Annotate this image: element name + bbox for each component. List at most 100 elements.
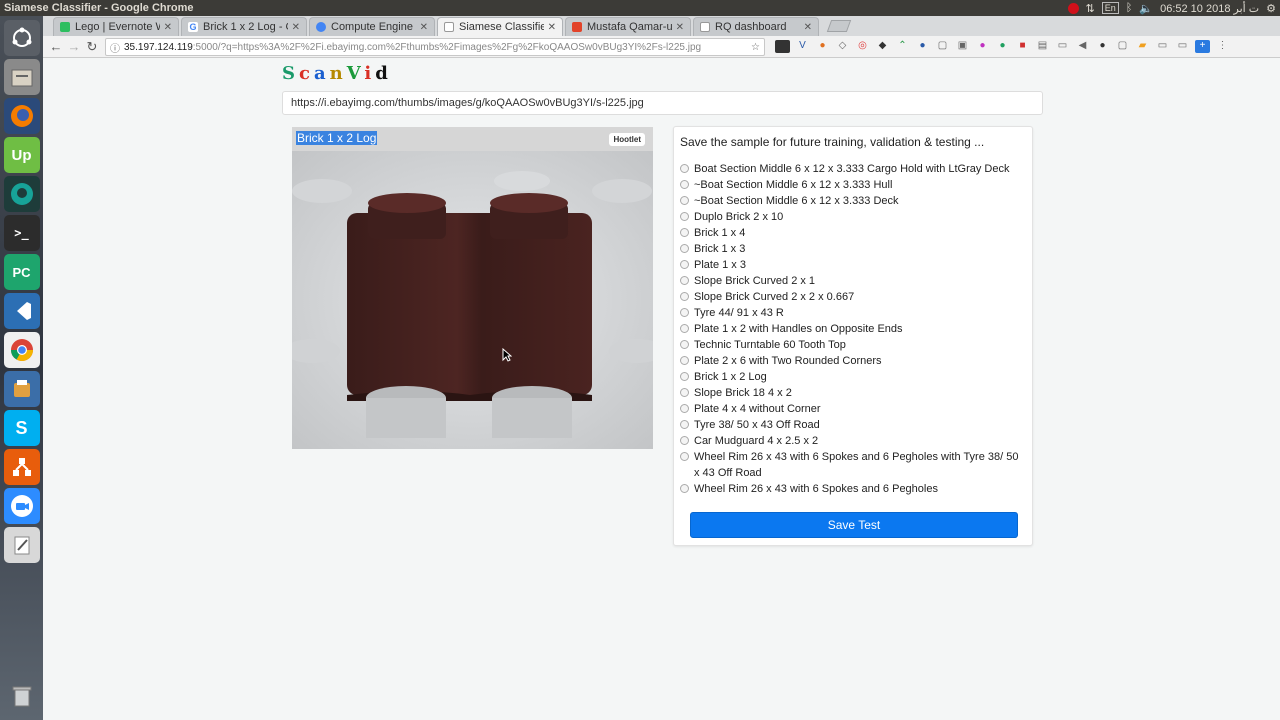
option-item[interactable]: Plate 4 x 4 without Corner [680, 401, 1025, 417]
close-tab-icon[interactable]: ✕ [292, 22, 300, 33]
option-item[interactable]: Plate 2 x 6 with Two Rounded Corners [680, 353, 1025, 369]
zoom-icon[interactable] [3, 488, 40, 524]
vscode-icon[interactable] [3, 293, 40, 329]
chrome-menu-icon[interactable]: ⋮ [1215, 40, 1230, 53]
extension-icon[interactable]: ● [995, 40, 1010, 53]
tab-rq-dashboard[interactable]: RQ dashboard ✕ [693, 17, 819, 36]
extension-icon[interactable]: ▢ [1115, 40, 1130, 53]
close-tab-icon[interactable]: ✕ [548, 22, 556, 33]
close-tab-icon[interactable]: ✕ [676, 22, 684, 33]
reload-icon[interactable]: ↻ [83, 39, 101, 55]
close-tab-icon[interactable]: ✕ [164, 22, 172, 33]
radio-button[interactable] [680, 292, 689, 301]
tab-google-search[interactable]: G Brick 1 x 2 Log - Go ✕ [181, 17, 307, 36]
tab-gitlab[interactable]: Mustafa Qamar-ud- ✕ [565, 17, 691, 36]
radio-button[interactable] [680, 244, 689, 253]
option-item[interactable]: Slope Brick 18 4 x 2 [680, 385, 1025, 401]
clock[interactable]: 06:52 ت أبر 2018 10 [1160, 2, 1259, 15]
option-item[interactable]: Plate 1 x 2 with Handles on Opposite End… [680, 321, 1025, 337]
radio-button[interactable] [680, 212, 689, 221]
image-url-input[interactable] [282, 91, 1043, 115]
back-arrow-icon[interactable]: ← [47, 39, 65, 54]
close-tab-icon[interactable]: ✕ [804, 22, 812, 33]
upwork-icon[interactable]: Up [3, 137, 40, 173]
terminal-icon[interactable]: >_ [3, 215, 40, 251]
close-tab-icon[interactable]: ✕ [420, 22, 428, 33]
extension-icon[interactable]: ▭ [1055, 40, 1070, 53]
extension-icon[interactable]: ◆ [875, 40, 890, 53]
extension-icon[interactable]: ◀ [1075, 40, 1090, 53]
extension-icon[interactable]: ⌃ [895, 40, 910, 53]
trash-icon[interactable] [4, 678, 40, 714]
extension-icon[interactable]: ● [915, 40, 930, 53]
radio-button[interactable] [680, 260, 689, 269]
radio-button[interactable] [680, 196, 689, 205]
tab-evernote[interactable]: Lego | Evernote We ✕ [53, 17, 179, 36]
radio-button[interactable] [680, 324, 689, 333]
extension-icon[interactable]: ▢ [935, 40, 950, 53]
site-info-icon[interactable]: ⓘ [110, 40, 120, 55]
forward-arrow-icon[interactable]: → [65, 39, 83, 54]
option-item[interactable]: Brick 1 x 4 [680, 225, 1025, 241]
option-item[interactable]: Brick 1 x 3 [680, 241, 1025, 257]
tab-siamese-classifier[interactable]: Siamese Classifier ✕ [437, 17, 563, 36]
radio-button[interactable] [680, 180, 689, 189]
option-item[interactable]: Duplo Brick 2 x 10 [680, 209, 1025, 225]
extension-icon[interactable]: ◎ [855, 40, 870, 53]
option-item[interactable]: Slope Brick Curved 2 x 2 x 0.667 [680, 289, 1025, 305]
extension-icon[interactable]: ▤ [1035, 40, 1050, 53]
extension-icon[interactable]: ● [975, 40, 990, 53]
radio-button[interactable] [680, 164, 689, 173]
extension-icon[interactable]: + [1195, 40, 1210, 53]
radio-button[interactable] [680, 228, 689, 237]
skype-icon[interactable]: S [3, 410, 40, 446]
tab-compute-engine[interactable]: Compute Engine - A ✕ [309, 17, 435, 36]
keyboard-layout-indicator[interactable]: En [1101, 2, 1119, 14]
radio-button[interactable] [680, 388, 689, 397]
network-icon[interactable]: ⇅ [1086, 2, 1095, 15]
hootlet-badge[interactable]: Hootlet [609, 133, 645, 146]
option-item[interactable]: Tyre 38/ 50 x 43 Off Road [680, 417, 1025, 433]
extension-icon[interactable]: ■ [1015, 40, 1030, 53]
new-tab-button[interactable] [826, 20, 852, 32]
option-item[interactable]: ~Boat Section Middle 6 x 12 x 3.333 Hull [680, 177, 1025, 193]
extension-icon[interactable]: ◇ [835, 40, 850, 53]
option-item[interactable]: Car Mudguard 4 x 2.5 x 2 [680, 433, 1025, 449]
radio-button[interactable] [680, 452, 689, 461]
radio-button[interactable] [680, 404, 689, 413]
option-item[interactable]: Tyre 44/ 91 x 43 R [680, 305, 1025, 321]
scanvid-logo[interactable]: ScanVid [282, 63, 392, 84]
radio-button[interactable] [680, 372, 689, 381]
ubuntu-dash-icon[interactable] [3, 20, 40, 56]
extension-icon[interactable]: ▣ [955, 40, 970, 53]
extension-icon[interactable] [775, 40, 790, 53]
radio-button[interactable] [680, 420, 689, 429]
app-store-icon[interactable] [3, 371, 40, 407]
record-indicator-icon[interactable] [1067, 2, 1079, 14]
save-test-button[interactable]: Save Test [690, 512, 1018, 538]
radio-button[interactable] [680, 356, 689, 365]
bluetooth-icon[interactable]: ᛒ [1126, 2, 1133, 14]
option-item[interactable]: Boat Section Middle 6 x 12 x 3.333 Cargo… [680, 161, 1025, 177]
extension-icon[interactable]: ▰ [1135, 40, 1150, 53]
radio-button[interactable] [680, 340, 689, 349]
radio-button[interactable] [680, 484, 689, 493]
option-item[interactable]: Plate 1 x 3 [680, 257, 1025, 273]
firefox-icon[interactable] [3, 98, 40, 134]
radio-button[interactable] [680, 436, 689, 445]
extension-icon[interactable]: ▭ [1175, 40, 1190, 53]
option-item[interactable]: Technic Turntable 60 Tooth Top [680, 337, 1025, 353]
extension-icon[interactable]: ● [815, 40, 830, 53]
volume-icon[interactable]: 🔈 [1139, 2, 1153, 15]
extension-icon[interactable]: V [795, 40, 810, 53]
address-bar[interactable]: ⓘ 35.197.124.119 :5000/?q=https%3A%2F%2F… [105, 38, 765, 56]
option-item[interactable]: ~Boat Section Middle 6 x 12 x 3.333 Deck [680, 193, 1025, 209]
files-icon[interactable] [3, 59, 40, 95]
option-item[interactable]: Slope Brick Curved 2 x 1 [680, 273, 1025, 289]
radio-button[interactable] [680, 276, 689, 285]
chrome-icon[interactable] [3, 332, 40, 368]
settings-gear-icon[interactable]: ⚙ [1266, 2, 1276, 15]
bookmark-star-icon[interactable]: ☆ [751, 42, 760, 53]
option-item[interactable]: Brick 1 x 2 Log [680, 369, 1025, 385]
option-item[interactable]: Wheel Rim 26 x 43 with 6 Spokes and 6 Pe… [680, 449, 1025, 481]
